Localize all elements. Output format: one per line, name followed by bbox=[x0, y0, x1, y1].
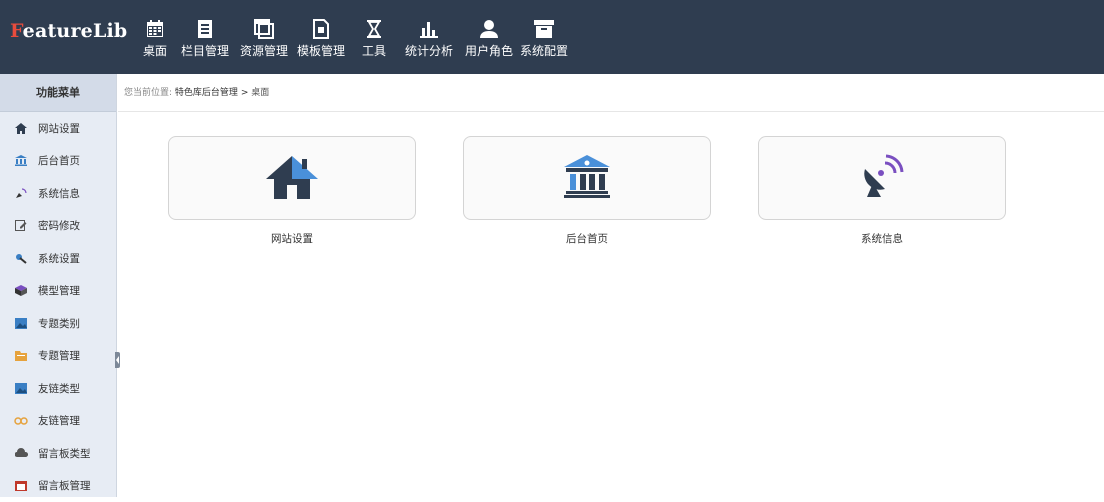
sidebar-item-guestbook-type[interactable]: 留言板类型 bbox=[0, 437, 116, 470]
sidebar-item-website-settings[interactable]: 网站设置 bbox=[0, 112, 116, 145]
link-icon bbox=[14, 415, 28, 427]
nav-desktop[interactable]: 桌面 bbox=[138, 0, 172, 74]
nav-label: 资源管理 bbox=[240, 42, 288, 59]
nav-label: 统计分析 bbox=[405, 42, 453, 59]
nav-user-roles[interactable]: 用户角色 bbox=[462, 0, 516, 74]
sidebar-item-admin-home[interactable]: 后台首页 bbox=[0, 145, 116, 178]
tile-card[interactable] bbox=[168, 136, 416, 220]
nav-label: 系统配置 bbox=[520, 42, 568, 59]
sidebar-item-system-settings[interactable]: 系统设置 bbox=[0, 242, 116, 275]
nav-columns[interactable]: 栏目管理 bbox=[172, 0, 238, 74]
bank-icon bbox=[14, 155, 28, 167]
sidebar-item-label: 模型管理 bbox=[38, 283, 80, 298]
sidebar-item-system-info[interactable]: 系统信息 bbox=[0, 177, 116, 210]
cloud-icon bbox=[14, 447, 28, 459]
sidebar-item-label: 系统信息 bbox=[38, 186, 80, 201]
sidebar-item-guestbook-management[interactable]: 留言板管理 bbox=[0, 470, 116, 502]
tile-website-settings[interactable]: 网站设置 bbox=[168, 136, 416, 246]
top-navbar: FeatureLib 桌面 栏目管理 资源管理 模板管理 bbox=[0, 0, 1104, 74]
sidebar-item-label: 专题类别 bbox=[38, 316, 80, 331]
cube-icon bbox=[14, 285, 28, 297]
home-icon bbox=[14, 122, 28, 134]
satellite-icon bbox=[14, 187, 28, 199]
breadcrumb-separator: > bbox=[241, 88, 249, 98]
bank-icon bbox=[562, 153, 612, 203]
nav-label: 桌面 bbox=[143, 42, 167, 59]
sidebar-item-change-password[interactable]: 密码修改 bbox=[0, 210, 116, 243]
wrench-icon bbox=[14, 252, 28, 264]
document-icon bbox=[196, 18, 214, 40]
sidebar-item-label: 密码修改 bbox=[38, 218, 80, 233]
sidebar-item-label: 友链管理 bbox=[38, 413, 80, 428]
nav-label: 用户角色 bbox=[465, 42, 513, 59]
breadcrumb-path[interactable]: 特色库后台管理 bbox=[175, 88, 238, 98]
calendar-icon bbox=[145, 18, 165, 40]
breadcrumb-prefix: 您当前位置: bbox=[124, 88, 172, 98]
sidebar-item-model-management[interactable]: 模型管理 bbox=[0, 275, 116, 308]
breadcrumb-current: 桌面 bbox=[251, 88, 269, 98]
calendar-icon bbox=[14, 480, 28, 492]
user-icon bbox=[479, 18, 499, 40]
sidebar-item-label: 留言板类型 bbox=[38, 446, 91, 461]
nav-system-config[interactable]: 系统配置 bbox=[516, 0, 572, 74]
nav-tools[interactable]: 工具 bbox=[352, 0, 396, 74]
sidebar-item-topic-management[interactable]: 专题管理 bbox=[0, 340, 116, 373]
tile-label: 后台首页 bbox=[463, 231, 711, 246]
home-icon bbox=[266, 153, 318, 203]
tile-admin-home[interactable]: 后台首页 bbox=[463, 136, 711, 246]
satellite-icon bbox=[859, 153, 905, 203]
sidebar-item-label: 后台首页 bbox=[38, 153, 80, 168]
tile-label: 网站设置 bbox=[168, 231, 416, 246]
sidebar-item-label: 留言板管理 bbox=[38, 478, 91, 493]
sidebar-item-link-type[interactable]: 友链类型 bbox=[0, 372, 116, 405]
sidebar: 功能菜单 网站设置 后台首页 系统信息 密码修改 系统设置 模型管理 专题类别 … bbox=[0, 74, 117, 497]
app-logo[interactable]: FeatureLib bbox=[10, 20, 127, 42]
sidebar-item-label: 专题管理 bbox=[38, 348, 80, 363]
copy-icon bbox=[253, 18, 275, 40]
nav-resources[interactable]: 资源管理 bbox=[238, 0, 290, 74]
sidebar-item-label: 友链类型 bbox=[38, 381, 80, 396]
folder-icon bbox=[14, 350, 28, 362]
sidebar-item-label: 网站设置 bbox=[38, 121, 80, 136]
sidebar-item-topic-category[interactable]: 专题类别 bbox=[0, 307, 116, 340]
file-icon bbox=[312, 18, 330, 40]
sidebar-item-label: 系统设置 bbox=[38, 251, 80, 266]
sidebar-title: 功能菜单 bbox=[0, 74, 116, 112]
archive-icon bbox=[533, 18, 555, 40]
nav-statistics[interactable]: 统计分析 bbox=[396, 0, 462, 74]
edit-icon bbox=[14, 220, 28, 232]
top-nav: 桌面 栏目管理 资源管理 模板管理 工具 bbox=[138, 0, 572, 74]
sidebar-collapse-handle[interactable] bbox=[115, 352, 120, 368]
hourglass-icon bbox=[366, 18, 382, 40]
nav-label: 工具 bbox=[362, 42, 386, 59]
nav-templates[interactable]: 模板管理 bbox=[290, 0, 352, 74]
breadcrumb: 您当前位置: 特色库后台管理 > 桌面 bbox=[118, 74, 1104, 112]
image-icon bbox=[14, 382, 28, 394]
tile-card[interactable] bbox=[463, 136, 711, 220]
nav-label: 栏目管理 bbox=[181, 42, 229, 59]
bar-chart-icon bbox=[419, 18, 439, 40]
sidebar-item-link-management[interactable]: 友链管理 bbox=[0, 405, 116, 438]
tile-card[interactable] bbox=[758, 136, 1006, 220]
image-icon bbox=[14, 317, 28, 329]
tile-system-info[interactable]: 系统信息 bbox=[758, 136, 1006, 246]
tile-label: 系统信息 bbox=[758, 231, 1006, 246]
nav-label: 模板管理 bbox=[297, 42, 345, 59]
